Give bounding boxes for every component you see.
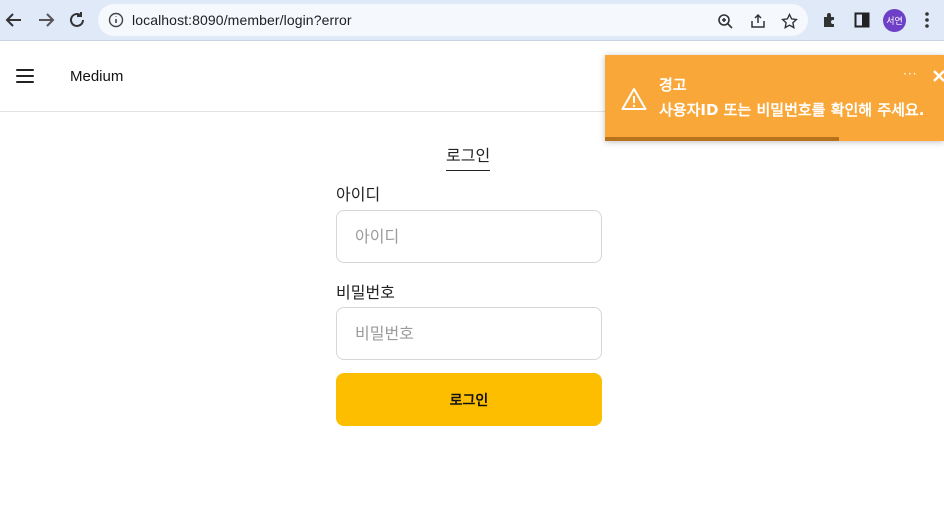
browser-toolbar: localhost:8090/member/login?error 서연	[0, 0, 944, 41]
back-icon[interactable]	[3, 9, 25, 31]
password-input[interactable]	[336, 307, 602, 360]
id-input[interactable]	[336, 210, 602, 263]
warning-icon	[621, 87, 647, 111]
url-text[interactable]: localhost:8090/member/login?error	[132, 12, 352, 28]
brand-logo[interactable]: Medium	[70, 68, 123, 85]
info-icon[interactable]	[108, 12, 124, 32]
toast-more-icon[interactable]: ···	[903, 67, 917, 81]
profile-avatar[interactable]: 서연	[883, 9, 906, 32]
login-button[interactable]: 로그인	[336, 373, 602, 426]
login-title: 로그인	[446, 142, 491, 171]
close-icon[interactable]	[933, 67, 944, 82]
reload-icon[interactable]	[66, 9, 88, 31]
kebab-menu-icon[interactable]	[916, 9, 938, 31]
share-icon[interactable]	[749, 12, 767, 30]
toast-progress-bar	[605, 137, 839, 141]
hamburger-icon[interactable]	[16, 69, 34, 83]
address-bar[interactable]: localhost:8090/member/login?error	[98, 4, 808, 36]
warning-toast[interactable]: 경고 사용자ID 또는 비밀번호를 확인해 주세요. ···	[605, 55, 944, 141]
forward-icon[interactable]	[35, 9, 57, 31]
toast-message: 사용자ID 또는 비밀번호를 확인해 주세요.	[659, 101, 925, 119]
zoom-icon[interactable]	[716, 12, 734, 30]
side-panel-icon[interactable]	[851, 9, 873, 31]
extensions-icon[interactable]	[819, 9, 841, 31]
password-label: 비밀번호	[336, 283, 395, 302]
id-label: 아이디	[336, 185, 381, 204]
toast-title: 경고	[659, 76, 687, 94]
bookmark-star-icon[interactable]	[780, 12, 798, 30]
